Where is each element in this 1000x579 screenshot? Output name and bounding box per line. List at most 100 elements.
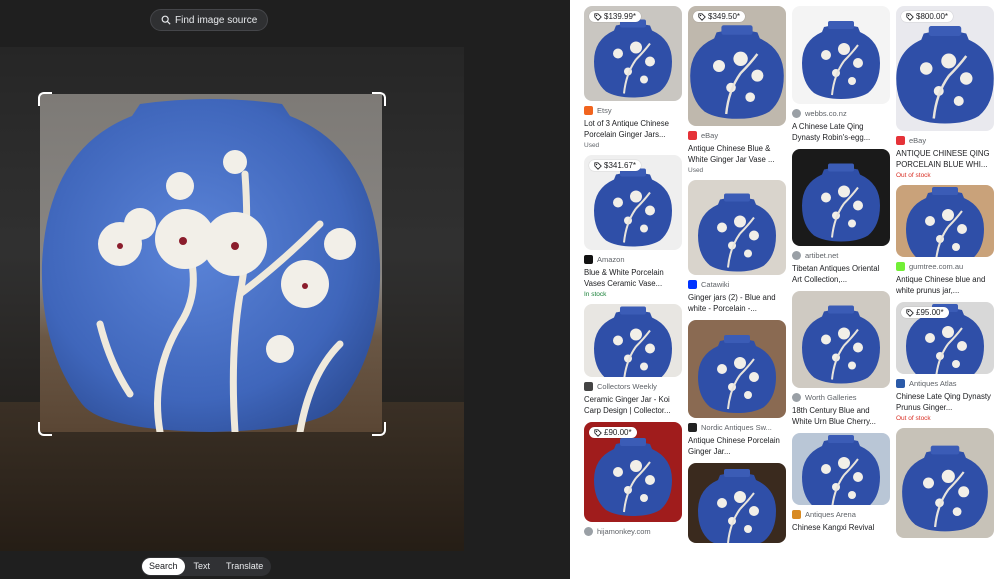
result-source[interactable]: Nordic Antiques Sw... <box>688 423 786 432</box>
result-card[interactable]: $341.67* Amazon Blue & White Porcelain Vas… <box>584 155 682 298</box>
price-badge: $139.99* <box>589 11 642 22</box>
source-name: eBay <box>909 136 927 145</box>
result-title[interactable]: Chinese Kangxi Revival <box>792 522 890 533</box>
source-name: Antiques Atlas <box>909 379 957 388</box>
result-thumbnail[interactable] <box>792 433 890 505</box>
result-card[interactable]: Nordic Antiques Sw... Antique Chinese Por… <box>688 320 786 457</box>
result-source[interactable]: Etsy <box>584 106 682 115</box>
result-card[interactable]: $349.50* eBay Antique Chinese Blue & White… <box>688 6 786 174</box>
result-title[interactable]: Tibetan Antiques Oriental Art Collection… <box>792 263 890 285</box>
result-thumbnail[interactable] <box>688 320 786 418</box>
crop-handle-bottom-left[interactable] <box>38 422 52 436</box>
find-image-source-label: Find image source <box>175 14 258 26</box>
result-source[interactable]: artibet.net <box>792 251 890 260</box>
price-badge: $800.00* <box>901 11 954 22</box>
result-thumbnail[interactable] <box>584 304 682 377</box>
stock-status: Out of stock <box>896 172 931 179</box>
result-title[interactable]: A Chinese Late Qing Dynasty Robin's-egg.… <box>792 121 890 143</box>
price-text: $341.67* <box>604 161 637 170</box>
result-card[interactable]: Worth Galleries 18th Century Blue and Whi… <box>792 291 890 427</box>
result-card[interactable]: webbs.co.nz A Chinese Late Qing Dynasty R… <box>792 6 890 143</box>
result-source[interactable]: webbs.co.nz <box>792 109 890 118</box>
source-name: Etsy <box>597 106 612 115</box>
result-source[interactable]: Amazon <box>584 255 682 264</box>
stock-status: Out of stock <box>896 415 931 422</box>
result-thumbnail[interactable]: $800.00* <box>896 6 994 131</box>
price-tag-icon <box>698 12 706 21</box>
source-name: artibet.net <box>805 251 839 260</box>
visual-matches-panel: $139.99* Etsy Lot of 3 Antique Chinese Por… <box>570 0 1000 579</box>
result-thumbnail[interactable]: £95.00* <box>896 302 994 374</box>
result-thumbnail[interactable] <box>688 463 786 543</box>
result-source[interactable]: Catawiki <box>688 280 786 289</box>
result-title[interactable]: Lot of 3 Antique Chinese Porcelain Ginge… <box>584 118 682 140</box>
mode-search-tab[interactable]: Search <box>142 558 185 575</box>
result-card[interactable]: Collectors Weekly Ceramic Ginger Jar - Ko… <box>584 304 682 416</box>
result-thumbnail[interactable]: $139.99* <box>584 6 682 101</box>
mode-text-tab[interactable]: Text <box>187 558 218 575</box>
result-card[interactable] <box>896 428 994 538</box>
price-text: $800.00* <box>916 12 949 21</box>
ebay-icon <box>688 131 697 140</box>
source-name: gumtree.com.au <box>909 262 964 271</box>
result-source[interactable]: Collectors Weekly <box>584 382 682 391</box>
result-card[interactable]: gumtree.com.au Antique Chinese blue and w… <box>896 185 994 296</box>
source-name: Collectors Weekly <box>597 382 657 391</box>
result-thumbnail[interactable]: $349.50* <box>688 6 786 126</box>
result-title[interactable]: Blue & White Porcelain Vases Ceramic Vas… <box>584 267 682 289</box>
result-source[interactable]: eBay <box>896 136 994 145</box>
result-source[interactable]: Antiques Atlas <box>896 379 994 388</box>
result-source[interactable]: Worth Galleries <box>792 393 890 402</box>
find-image-source-button[interactable]: Find image source <box>150 9 269 31</box>
antiques-atlas-icon <box>896 379 905 388</box>
result-card[interactable]: artibet.net Tibetan Antiques Oriental Art… <box>792 149 890 285</box>
crop-handle-top-left[interactable] <box>38 92 52 106</box>
results-column-2: $349.50* eBay Antique Chinese Blue & White… <box>688 6 786 549</box>
price-tag-icon <box>906 12 914 21</box>
result-card[interactable] <box>688 463 786 543</box>
result-title[interactable]: Ceramic Ginger Jar - Koi Carp Design | C… <box>584 394 682 416</box>
result-thumbnail[interactable] <box>792 6 890 104</box>
result-card[interactable]: Antiques Arena Chinese Kangxi Revival <box>792 433 890 533</box>
result-card[interactable]: $139.99* Etsy Lot of 3 Antique Chinese Por… <box>584 6 682 149</box>
result-title[interactable]: Antique Chinese blue and white prunus ja… <box>896 274 994 296</box>
crop-handle-top-right[interactable] <box>372 92 386 106</box>
result-title[interactable]: Antique Chinese Blue & White Ginger Jar … <box>688 143 786 165</box>
stock-status: Used <box>584 142 600 149</box>
results-column-4: $800.00* eBay ANTIQUE CHINESE QING PORCELA… <box>896 6 994 544</box>
result-card[interactable]: $800.00* eBay ANTIQUE CHINESE QING PORCELA… <box>896 6 994 179</box>
result-thumbnail[interactable] <box>688 180 786 275</box>
amazon-icon <box>584 255 593 264</box>
result-title[interactable]: 18th Century Blue and White Urn Blue Che… <box>792 405 890 427</box>
result-title[interactable]: ANTIQUE CHINESE QING PORCELAIN BLUE WHI.… <box>896 148 994 170</box>
result-source[interactable]: gumtree.com.au <box>896 262 994 271</box>
crop-selection[interactable] <box>40 94 382 432</box>
results-column-1: $139.99* Etsy Lot of 3 Antique Chinese Por… <box>584 6 682 542</box>
result-thumbnail[interactable]: £90.00* <box>584 422 682 522</box>
result-title[interactable]: Antique Chinese Porcelain Ginger Jar... <box>688 435 786 457</box>
stock-status: In stock <box>584 291 607 298</box>
result-card[interactable]: £95.00* Antiques Atlas Chinese Late Qing D… <box>896 302 994 422</box>
result-thumbnail[interactable] <box>792 149 890 246</box>
result-card[interactable]: Catawiki Ginger jars (2) - Blue and white… <box>688 180 786 314</box>
source-name: eBay <box>701 131 719 140</box>
result-source[interactable]: hijamonkey.com <box>584 527 682 536</box>
result-source[interactable]: eBay <box>688 131 786 140</box>
result-thumbnail[interactable] <box>896 428 994 538</box>
result-thumbnail[interactable] <box>792 291 890 388</box>
price-tag-icon <box>594 12 602 21</box>
result-card[interactable]: £90.00* hijamonkey.com <box>584 422 682 536</box>
lens-search-icon <box>161 15 171 25</box>
mode-translate-tab[interactable]: Translate <box>219 558 270 575</box>
result-thumbnail[interactable] <box>896 185 994 257</box>
globe-icon <box>584 527 593 536</box>
result-source[interactable]: Antiques Arena <box>792 510 890 519</box>
crop-handle-bottom-right[interactable] <box>372 422 386 436</box>
ginger-jar-image <box>41 99 381 432</box>
globe-icon <box>792 109 801 118</box>
result-title[interactable]: Ginger jars (2) - Blue and white - Porce… <box>688 292 786 314</box>
result-title[interactable]: Chinese Late Qing Dynasty Prunus Ginger.… <box>896 391 994 413</box>
lens-mode-switcher: Search Text Translate <box>141 557 272 576</box>
etsy-icon <box>584 106 593 115</box>
result-thumbnail[interactable]: $341.67* <box>584 155 682 250</box>
